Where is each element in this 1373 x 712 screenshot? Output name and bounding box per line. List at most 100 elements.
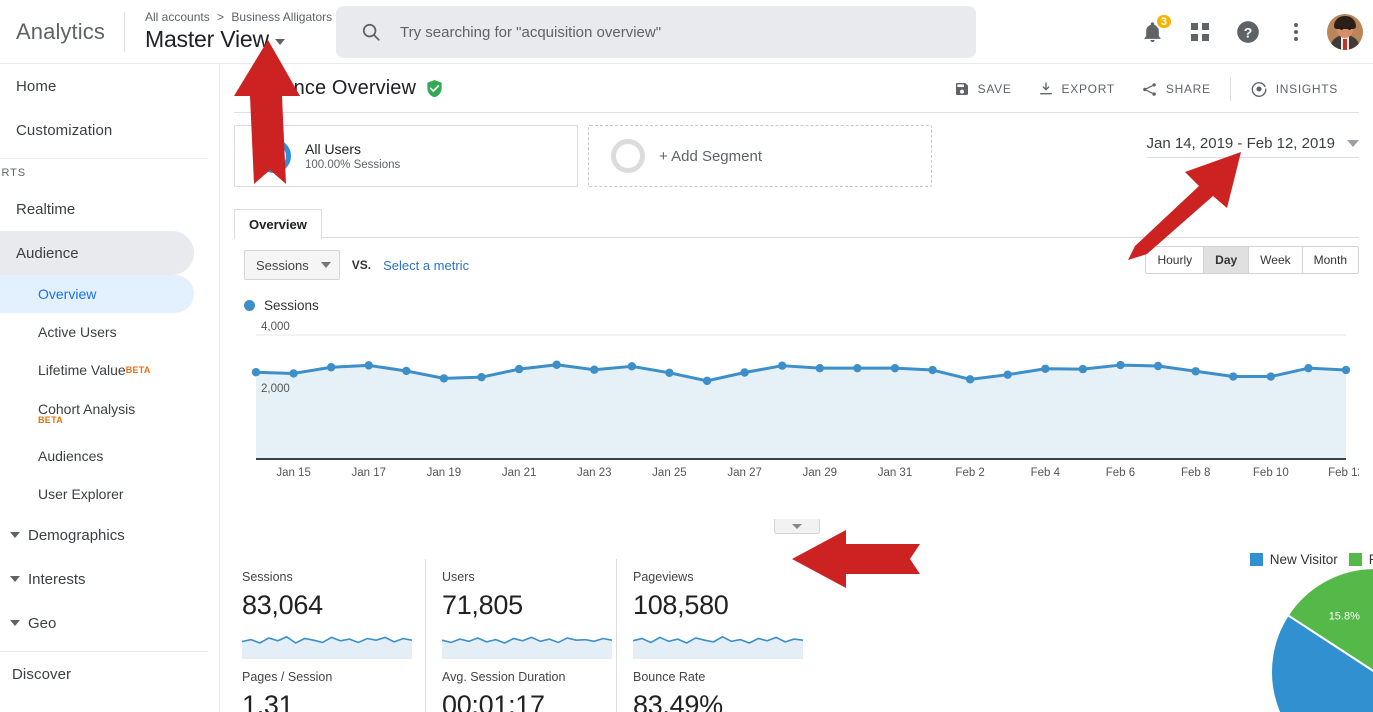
granularity-toggle: Hourly Day Week Month (1145, 246, 1359, 274)
share-button[interactable]: SHARE (1128, 74, 1224, 104)
account-selector[interactable]: All accounts > Business Alligators Maste… (125, 10, 332, 53)
help-button[interactable]: ? (1231, 15, 1265, 49)
granularity-hourly[interactable]: Hourly (1146, 247, 1204, 273)
vertical-dots-icon (1294, 23, 1298, 41)
svg-text:Jan 25: Jan 25 (652, 467, 687, 479)
sidebar-item-user-explorer[interactable]: User Explorer (0, 475, 219, 513)
date-range-picker[interactable]: Jan 14, 2019 - Feb 12, 2019 (1147, 135, 1359, 158)
sidebar-item-label: Audience (16, 245, 79, 262)
pie-legend-new-visitor[interactable]: New Visitor (1250, 552, 1338, 567)
add-segment-button[interactable]: + Add Segment (588, 125, 932, 187)
top-bar-actions: 3 ? (1135, 0, 1363, 64)
metric-value: 00:01:17 (442, 685, 602, 712)
save-label: SAVE (978, 82, 1012, 96)
metric-value: 71,805 (442, 585, 602, 625)
legend-color-swatch (1349, 553, 1362, 566)
sidebar-item-audience[interactable]: Audience (0, 231, 194, 275)
sidebar-item-overview[interactable]: Overview (0, 275, 194, 313)
analytics-logo[interactable]: Analytics (0, 19, 124, 45)
notifications-button[interactable]: 3 (1135, 15, 1169, 49)
metric-value: 83.49% (633, 685, 793, 712)
sidebar-item-audiences[interactable]: Audiences (0, 437, 219, 475)
metric-card-row: Sessions 83,064 Users 71,805 Pageviews 1… (234, 559, 814, 659)
svg-text:Feb 10: Feb 10 (1253, 467, 1289, 479)
svg-text:Feb 8: Feb 8 (1181, 467, 1210, 479)
notification-badge: 3 (1155, 13, 1173, 30)
svg-text:Feb 6: Feb 6 (1106, 467, 1135, 479)
tools-divider (1230, 77, 1231, 101)
sidebar-item-geo[interactable]: Geo (0, 601, 219, 645)
segment-row: All Users 100.00% Sessions + Add Segment… (220, 113, 1373, 187)
view-row[interactable]: Master View (145, 25, 332, 53)
metric-select[interactable]: Sessions (244, 250, 340, 280)
pie-chart-svg[interactable]: 84.2%15.8% (1150, 567, 1373, 712)
apps-button[interactable] (1183, 15, 1217, 49)
sidebar-item-discover[interactable]: Discover (0, 652, 219, 696)
sidebar-item-interests[interactable]: Interests (0, 557, 219, 601)
more-options-button[interactable] (1279, 15, 1313, 49)
segment-all-users[interactable]: All Users 100.00% Sessions (234, 125, 578, 187)
avatar[interactable] (1327, 14, 1363, 50)
svg-text:Feb 2: Feb 2 (955, 467, 984, 479)
beta-badge: BETA (126, 365, 151, 375)
svg-text:Jan 19: Jan 19 (427, 467, 462, 479)
sidebar-item-cohort-analysis[interactable]: Cohort AnalysisBETA (0, 389, 219, 437)
sidebar-item-label: Geo (28, 615, 56, 632)
sidebar-item-realtime[interactable]: Realtime (0, 187, 219, 231)
metric-value: 1.31 (242, 685, 411, 712)
metric-card-avg-session-duration[interactable]: Avg. Session Duration 00:01:17 (425, 659, 616, 712)
search-bar[interactable] (336, 6, 976, 58)
metric-card-users[interactable]: Users 71,805 (425, 559, 616, 659)
sidebar-item-label: Active Users (38, 324, 117, 340)
metric-label: Bounce Rate (633, 669, 793, 685)
sessions-line-chart[interactable]: 2,0004,000Jan 15Jan 17Jan 19Jan 21Jan 23… (234, 321, 1359, 489)
select-a-metric-link[interactable]: Select a metric (383, 258, 469, 273)
vs-label: VS. (352, 258, 371, 272)
pie-slice-label: 15.8% (1329, 610, 1360, 622)
insights-button[interactable]: INSIGHTS (1237, 74, 1351, 104)
metric-card-pages-per-session[interactable]: Pages / Session 1.31 (234, 659, 425, 712)
help-icon: ? (1235, 19, 1261, 45)
metric-card-bounce-rate[interactable]: Bounce Rate 83.49% (616, 659, 807, 712)
metric-label: Avg. Session Duration (442, 669, 602, 685)
insights-label: INSIGHTS (1276, 82, 1338, 96)
granularity-month[interactable]: Month (1303, 247, 1358, 273)
sidebar-item-label: Realtime (16, 201, 75, 218)
svg-text:4,000: 4,000 (261, 321, 290, 333)
tab-overview[interactable]: Overview (234, 209, 322, 239)
granularity-week[interactable]: Week (1249, 247, 1302, 273)
search-icon (360, 21, 382, 43)
sidebar-item-label: Overview (38, 286, 96, 302)
search-input[interactable] (400, 24, 962, 41)
sessions-chart-svg: 2,0004,000Jan 15Jan 17Jan 19Jan 21Jan 23… (234, 321, 1359, 489)
sidebar-item-demographics[interactable]: Demographics (0, 513, 219, 557)
sidebar: Home Customization ORTS Realtime Audienc… (0, 64, 220, 712)
chevron-down-icon[interactable] (275, 39, 285, 45)
svg-text:Jan 31: Jan 31 (878, 467, 913, 479)
save-button[interactable]: SAVE (941, 74, 1025, 104)
pie-legend-returning-visitor[interactable]: Returning Visitor (1349, 552, 1373, 567)
sidebar-item-lifetime-value[interactable]: Lifetime ValueBETA (0, 351, 219, 389)
page-actions: SAVE EXPORT SHARE (941, 74, 1351, 104)
sidebar-item-admin[interactable]: Admin (0, 696, 219, 712)
sidebar-item-active-users[interactable]: Active Users (0, 313, 219, 351)
breadcrumb-account-name[interactable]: Business Alligators (231, 10, 332, 24)
legend-label: Sessions (264, 298, 319, 313)
export-button[interactable]: EXPORT (1025, 74, 1128, 104)
triangle-down-icon (10, 532, 20, 538)
save-icon (954, 81, 970, 97)
chart-collapse-handle[interactable] (774, 519, 820, 534)
metric-card-sessions[interactable]: Sessions 83,064 (234, 559, 425, 659)
sparkline (242, 627, 412, 659)
segment-sub: 100.00% Sessions (305, 158, 400, 173)
metric-card-pageviews[interactable]: Pageviews 108,580 (616, 559, 807, 659)
sidebar-item-home[interactable]: Home (0, 64, 219, 108)
breadcrumb-all-accounts[interactable]: All accounts (145, 10, 210, 24)
pie-legend: New Visitor Returning Visitor (1150, 552, 1373, 567)
granularity-day[interactable]: Day (1204, 247, 1249, 273)
svg-text:Jan 17: Jan 17 (351, 467, 386, 479)
add-segment-donut-icon (611, 139, 645, 173)
sidebar-item-customization[interactable]: Customization (0, 108, 219, 152)
share-icon (1141, 81, 1158, 98)
insights-icon (1250, 80, 1268, 98)
